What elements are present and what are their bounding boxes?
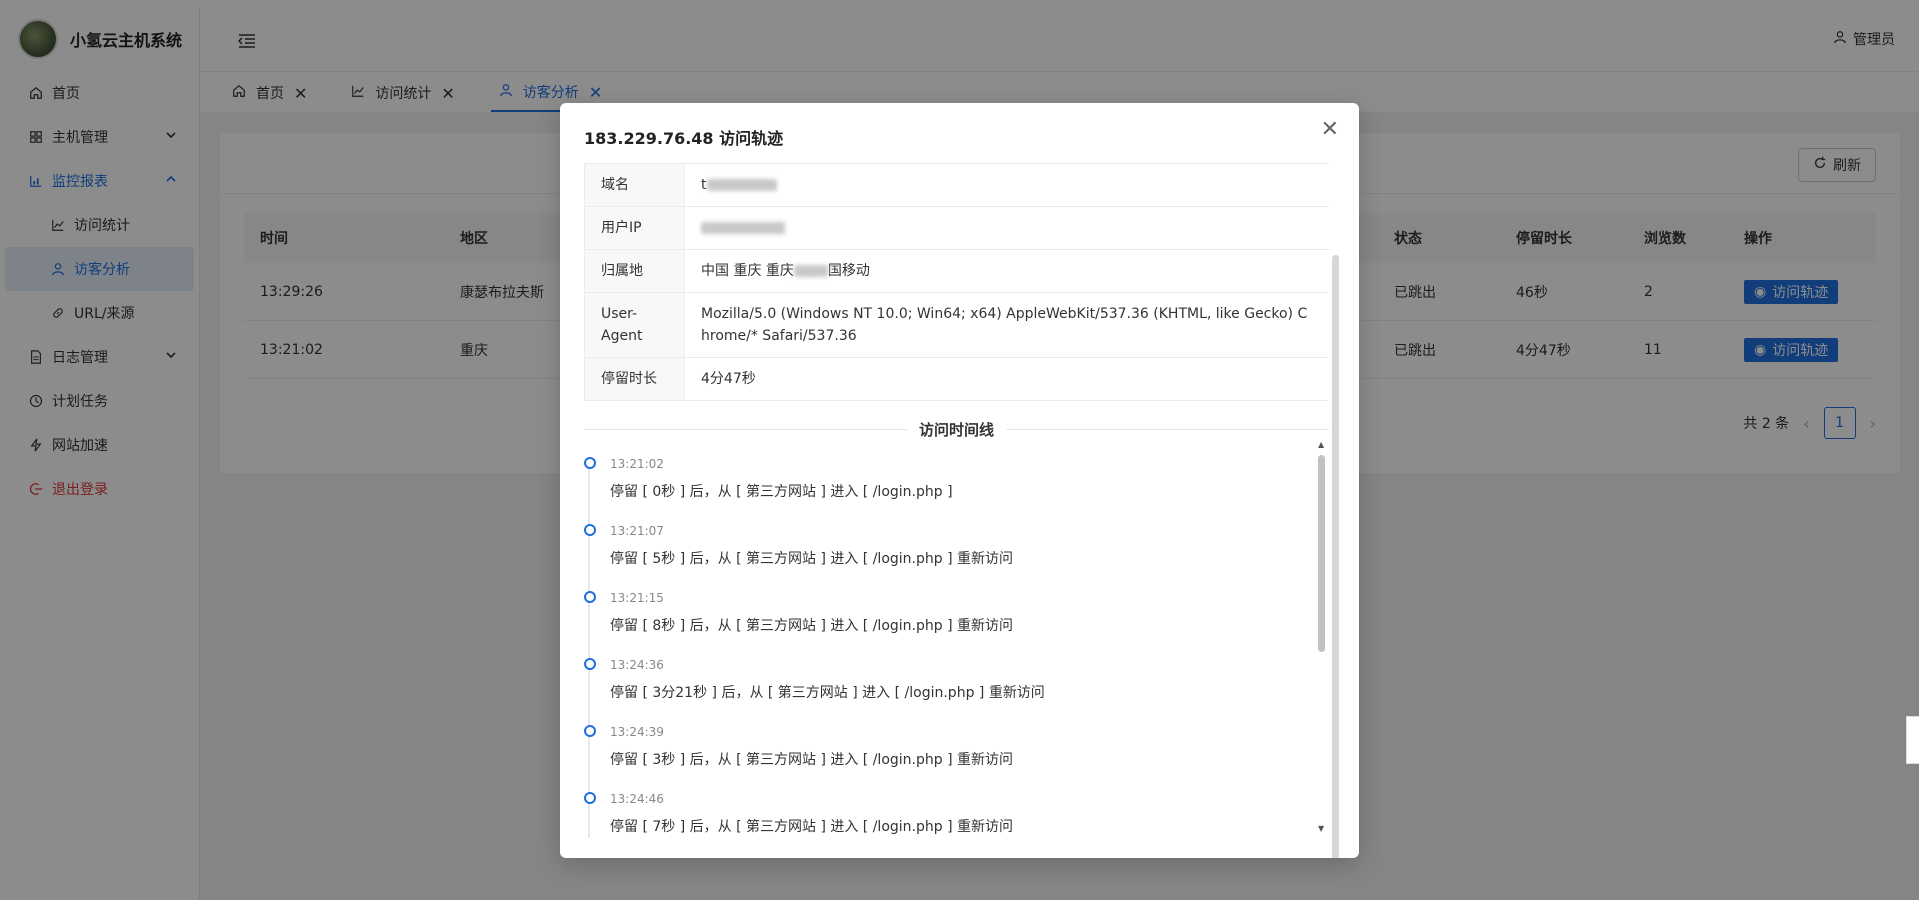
detail-row-location: 归属地 中国 重庆 重庆 国移动 — [585, 250, 1329, 293]
timeline-dot — [584, 591, 596, 603]
visitor-details: 域名 t 用户IP 归属地 中国 重庆 重庆 国移动 User-Agent Moz… — [584, 163, 1329, 401]
dialog-scrollbar[interactable] — [1332, 255, 1339, 858]
redacted-block — [793, 265, 828, 277]
timeline-item: 13:24:36 停留 [ 3分21秒 ] 后，从 [ 第三方网站 ] 进入 [… — [584, 658, 1329, 725]
dialog-title: 183.229.76.48 访问轨迹 — [584, 129, 784, 148]
detail-label: User-Agent — [585, 293, 685, 357]
detail-row-stay: 停留时长 4分47秒 — [585, 358, 1329, 401]
detail-label: 用户IP — [585, 207, 685, 249]
visit-timeline[interactable]: 13:21:02 停留 [ 0秒 ] 后，从 [ 第三方网站 ] 进入 [ /l… — [584, 457, 1329, 838]
timeline-time: 13:21:07 — [610, 524, 664, 538]
detail-value: 中国 重庆 重庆 国移动 — [685, 250, 1329, 292]
dialog-body: 域名 t 用户IP 归属地 中国 重庆 重庆 国移动 User-Agent Moz… — [584, 163, 1329, 838]
redacted-block — [706, 179, 777, 191]
timeline-text: 停留 [ 3分21秒 ] 后，从 [ 第三方网站 ] 进入 [ /login.p… — [610, 685, 1045, 701]
visit-trail-dialog: 183.229.76.48 访问轨迹 ✕ 域名 t 用户IP 归属地 中国 重庆… — [560, 103, 1359, 858]
timeline-divider: 访问时间线 — [584, 401, 1329, 457]
timeline-dot — [584, 658, 596, 670]
scroll-up-icon[interactable]: ▲ — [1318, 441, 1324, 449]
detail-value: Mozilla/5.0 (Windows NT 10.0; Win64; x64… — [701, 306, 1308, 344]
detail-row-user-agent: User-Agent Mozilla/5.0 (Windows NT 10.0;… — [585, 293, 1329, 358]
scroll-down-icon[interactable]: ▼ — [1318, 825, 1324, 833]
timeline-text: 停留 [ 3秒 ] 后，从 [ 第三方网站 ] 进入 [ /login.php … — [610, 752, 1013, 768]
timeline-text: 停留 [ 0秒 ] 后，从 [ 第三方网站 ] 进入 [ /login.php … — [610, 484, 953, 500]
timeline-item: 13:24:46 停留 [ 7秒 ] 后，从 [ 第三方网站 ] 进入 [ /l… — [584, 792, 1329, 838]
detail-value — [685, 207, 1329, 249]
detail-row-ip: 用户IP — [585, 207, 1329, 250]
location-isp: 国移动 — [827, 263, 870, 279]
detail-label: 停留时长 — [585, 358, 685, 400]
timeline-dot — [584, 524, 596, 536]
side-widget[interactable] — [1906, 716, 1919, 764]
dialog-scrollbar-thumb[interactable] — [1332, 255, 1339, 858]
detail-row-domain: 域名 t — [585, 164, 1329, 207]
timeline-item: 13:21:15 停留 [ 8秒 ] 后，从 [ 第三方网站 ] 进入 [ /l… — [584, 591, 1329, 658]
close-icon[interactable]: ✕ — [1321, 119, 1339, 141]
detail-value: t — [685, 164, 1329, 206]
timeline-time: 13:24:46 — [610, 792, 664, 806]
timeline-item: 13:21:02 停留 [ 0秒 ] 后，从 [ 第三方网站 ] 进入 [ /l… — [584, 457, 1329, 524]
detail-label: 归属地 — [585, 250, 685, 292]
timeline-dot — [584, 792, 596, 804]
domain-value: t — [701, 177, 707, 193]
timeline-time: 13:21:02 — [610, 457, 664, 471]
timeline-item: 13:21:07 停留 [ 5秒 ] 后，从 [ 第三方网站 ] 进入 [ /l… — [584, 524, 1329, 591]
timeline-scrollbar[interactable]: ▲ ▼ — [1318, 441, 1326, 833]
timeline-scrollbar-thumb[interactable] — [1318, 455, 1325, 652]
location-value: 中国 重庆 重庆 — [701, 263, 794, 279]
timeline-item: 13:24:39 停留 [ 3秒 ] 后，从 [ 第三方网站 ] 进入 [ /l… — [584, 725, 1329, 792]
detail-value: 4分47秒 — [701, 371, 756, 387]
detail-label: 域名 — [585, 164, 685, 206]
timeline-text: 停留 [ 7秒 ] 后，从 [ 第三方网站 ] 进入 [ /login.php … — [610, 819, 1013, 835]
timeline-dot — [584, 457, 596, 469]
timeline-title: 访问时间线 — [906, 419, 1007, 440]
timeline-text: 停留 [ 5秒 ] 后，从 [ 第三方网站 ] 进入 [ /login.php … — [610, 551, 1013, 567]
timeline-dot — [584, 725, 596, 737]
timeline-time: 13:24:36 — [610, 658, 664, 672]
redacted-block — [701, 222, 785, 234]
timeline-text: 停留 [ 8秒 ] 后，从 [ 第三方网站 ] 进入 [ /login.php … — [610, 618, 1013, 634]
timeline-time: 13:24:39 — [610, 725, 664, 739]
timeline-time: 13:21:15 — [610, 591, 664, 605]
